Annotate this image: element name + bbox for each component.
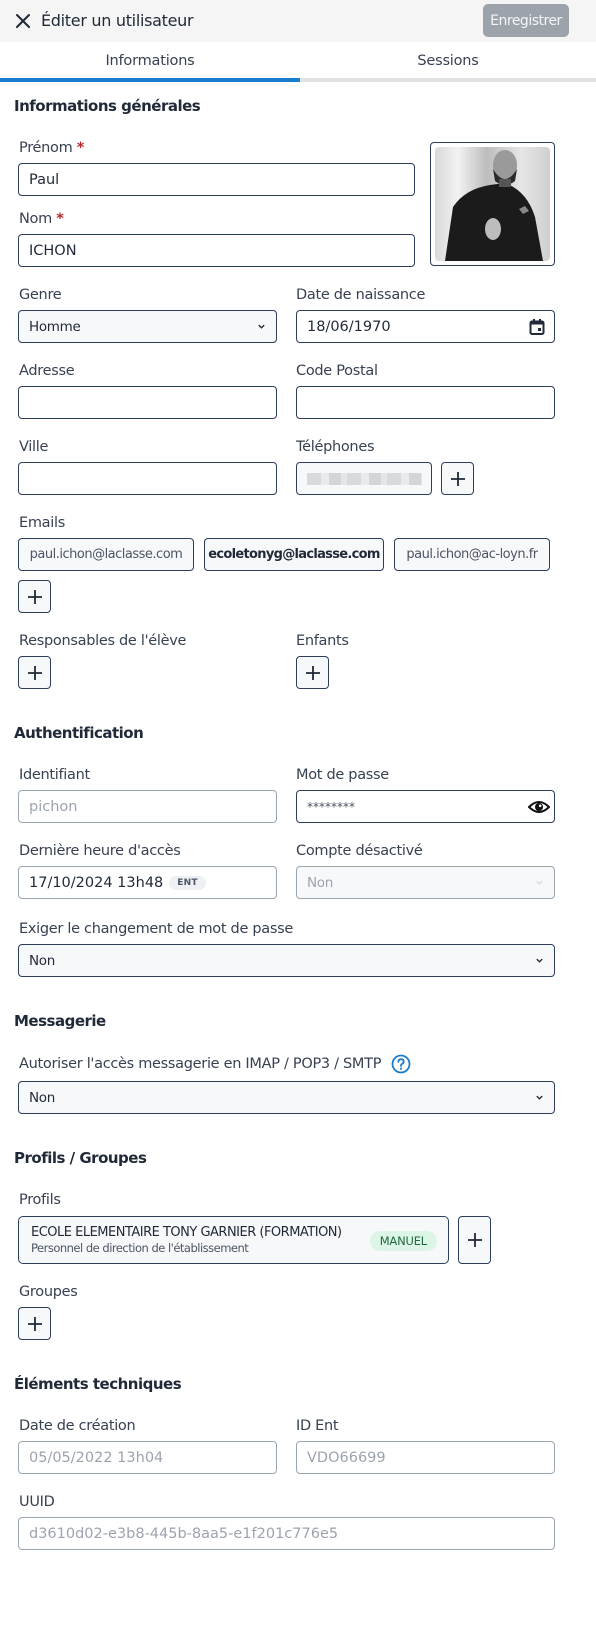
chevron-down-icon — [258, 324, 265, 329]
date-naissance-label: Date de naissance — [296, 287, 426, 303]
chevron-down-icon — [536, 880, 543, 885]
chevron-down-icon — [536, 958, 543, 963]
code-postal-input[interactable] — [296, 386, 555, 419]
date-creation-label: Date de création — [19, 1418, 136, 1434]
prenom-input[interactable]: Paul — [18, 163, 415, 196]
profils-label: Profils — [19, 1192, 61, 1208]
prenom-label: Prénom * — [19, 140, 85, 156]
email-chip[interactable]: paul.ichon@laclasse.com — [18, 538, 194, 571]
date-creation-field: 05/05/2022 13h04 — [18, 1441, 277, 1474]
exiger-changement-select[interactable]: Non — [18, 944, 555, 977]
imap-label: Autoriser l'accès messagerie en IMAP / P… — [19, 1054, 411, 1074]
mot-de-passe-input[interactable]: ******** — [296, 790, 555, 823]
section-title-auth: Authentification — [14, 724, 144, 742]
add-email-button[interactable] — [18, 580, 51, 613]
emails-label: Emails — [19, 515, 65, 531]
add-profil-button[interactable] — [458, 1216, 491, 1264]
nom-input[interactable]: ICHON — [18, 234, 415, 267]
code-postal-label: Code Postal — [296, 363, 378, 379]
ville-input[interactable] — [18, 462, 277, 495]
exiger-changement-value: Non — [29, 952, 56, 969]
enfants-label: Enfants — [296, 633, 349, 649]
tab-sessions[interactable]: Sessions — [300, 42, 596, 82]
section-title-technique: Éléments techniques — [14, 1375, 182, 1393]
email-chip-primary[interactable]: ecoletonyg@laclasse.com — [204, 538, 384, 571]
genre-label: Genre — [19, 287, 62, 303]
plus-icon — [305, 665, 320, 680]
date-naissance-input[interactable]: 18/06/1970 — [296, 310, 555, 343]
mot-de-passe-label: Mot de passe — [296, 767, 389, 783]
uuid-field: d3610d02-e3b8-445b-8aa5-e1f201c776e5 — [18, 1517, 555, 1550]
profile-card[interactable]: ECOLE ELEMENTAIRE TONY GARNIER (FORMATIO… — [18, 1216, 449, 1264]
derniere-acces-label: Dernière heure d'accès — [19, 843, 181, 859]
ville-label: Ville — [19, 439, 49, 455]
plus-icon — [27, 589, 42, 604]
telephone-chip[interactable] — [296, 462, 432, 495]
add-telephone-button[interactable] — [441, 462, 474, 495]
section-title-profils-groupes: Profils / Groupes — [14, 1149, 147, 1167]
nom-label: Nom * — [19, 211, 64, 227]
add-enfant-button[interactable] — [296, 656, 329, 689]
adresse-input[interactable] — [18, 386, 277, 419]
plus-icon — [27, 1316, 42, 1331]
tab-bar: Informations Sessions — [0, 42, 596, 82]
add-responsable-button[interactable] — [18, 656, 51, 689]
compte-desactive-select[interactable]: Non — [296, 866, 555, 899]
avatar-image — [435, 147, 550, 261]
plus-icon — [27, 665, 42, 680]
imap-select[interactable]: Non — [18, 1081, 555, 1114]
section-title-messagerie: Messagerie — [14, 1012, 106, 1030]
tab-informations[interactable]: Informations — [0, 42, 300, 82]
id-ent-label: ID Ent — [296, 1418, 339, 1434]
ent-badge: ENT — [169, 875, 206, 890]
calendar-icon[interactable] — [528, 318, 546, 336]
imap-value: Non — [29, 1089, 56, 1106]
required-mark: * — [76, 140, 85, 156]
identifiant-input[interactable]: pichon — [18, 790, 277, 823]
add-groupe-button[interactable] — [18, 1307, 51, 1340]
compte-desactive-label: Compte désactivé — [296, 843, 423, 859]
page-title: Éditer un utilisateur — [41, 11, 194, 30]
save-button[interactable]: Enregistrer — [483, 4, 569, 37]
email-chip[interactable]: paul.ichon@ac-loyn.fr — [394, 538, 550, 571]
responsables-label: Responsables de l'élève — [19, 633, 187, 649]
mot-de-passe-value: ******** — [307, 799, 355, 814]
adresse-label: Adresse — [19, 363, 75, 379]
genre-value: Homme — [29, 318, 81, 335]
help-icon[interactable] — [391, 1054, 411, 1074]
manuel-badge: MANUEL — [369, 1231, 437, 1251]
identifiant-label: Identifiant — [19, 767, 90, 783]
derniere-acces-field: 17/10/2024 13h48 ENT — [18, 866, 277, 899]
date-naissance-value: 18/06/1970 — [307, 318, 391, 335]
exiger-changement-label: Exiger le changement de mot de passe — [19, 921, 293, 937]
avatar[interactable] — [430, 142, 555, 266]
section-title-general: Informations générales — [14, 97, 201, 115]
uuid-label: UUID — [19, 1494, 55, 1510]
plus-icon — [450, 471, 465, 486]
telephones-label: Téléphones — [296, 439, 375, 455]
derniere-acces-value: 17/10/2024 13h48 — [29, 874, 164, 891]
plus-icon — [467, 1233, 482, 1247]
groupes-label: Groupes — [19, 1284, 78, 1300]
required-mark: * — [56, 211, 64, 227]
eye-icon[interactable] — [528, 797, 550, 817]
dialog-header: Éditer un utilisateur Enregistrer — [0, 0, 596, 42]
close-icon[interactable] — [12, 10, 34, 32]
genre-select[interactable]: Homme — [18, 310, 277, 343]
compte-desactive-value: Non — [307, 874, 334, 891]
chevron-down-icon — [536, 1095, 543, 1100]
id-ent-field: VDO66699 — [296, 1441, 555, 1474]
redacted-phone — [307, 472, 422, 485]
